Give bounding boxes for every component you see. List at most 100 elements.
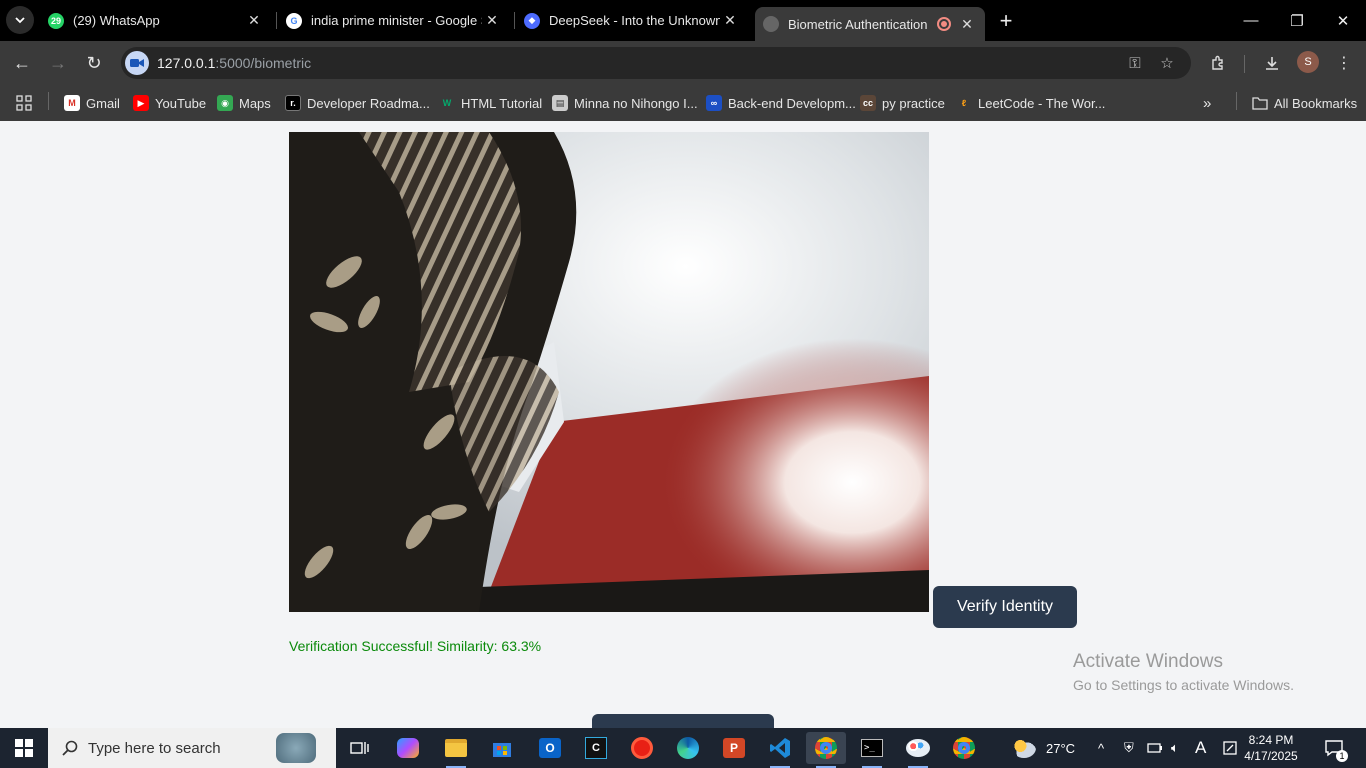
- record-app-icon[interactable]: [622, 732, 662, 764]
- weather-temperature: 27°C: [1046, 740, 1076, 756]
- tab-deepseek[interactable]: ◆ DeepSeek - Into the Unknown ✕: [516, 0, 748, 41]
- camera-in-use-icon[interactable]: [125, 51, 149, 75]
- tab-divider: [276, 12, 277, 29]
- apps-grid-icon[interactable]: [16, 92, 32, 114]
- chrome-icon[interactable]: [944, 732, 984, 764]
- show-hidden-icons-button[interactable]: ^: [1098, 728, 1104, 768]
- bookmark-leetcode[interactable]: ℓ LeetCode - The Wor...: [956, 92, 1106, 114]
- bookmark-back-end-development[interactable]: ∞ Back-end Developm...: [706, 92, 856, 114]
- password-key-icon[interactable]: ⚿: [1123, 51, 1147, 75]
- close-icon[interactable]: ✕: [482, 11, 502, 31]
- tab-biometric-authentication[interactable]: Biometric Authentication ✕: [755, 7, 985, 41]
- powerpoint-icon[interactable]: P: [714, 732, 754, 764]
- close-icon[interactable]: ✕: [244, 11, 264, 31]
- edge-icon[interactable]: [668, 732, 708, 764]
- volume-icon[interactable]: 🔈︎: [1171, 728, 1179, 768]
- verify-identity-button[interactable]: Verify Identity: [933, 586, 1077, 628]
- bookmark-star-icon[interactable]: ☆: [1155, 51, 1179, 75]
- search-highlight-icon: [276, 733, 316, 763]
- new-tab-button[interactable]: +: [993, 8, 1019, 34]
- address-bar[interactable]: 127.0.0.1:5000/biometric ⚿ ☆: [121, 47, 1191, 79]
- vscode-icon[interactable]: [760, 732, 800, 768]
- youtube-icon: ▶: [133, 95, 149, 111]
- close-icon[interactable]: ✕: [720, 11, 740, 31]
- weather-widget[interactable]: 27°C: [1012, 728, 1075, 768]
- terminal-icon[interactable]: >_: [852, 732, 892, 768]
- restore-button[interactable]: ❐: [1274, 0, 1320, 41]
- tab-title: DeepSeek - Into the Unknown: [549, 13, 720, 28]
- tab-google-search[interactable]: G india prime minister - Google S ✕: [278, 0, 510, 41]
- extensions-icon[interactable]: [1204, 49, 1232, 77]
- microsoft-store-icon[interactable]: [482, 732, 522, 764]
- chrome-icon-active[interactable]: [806, 732, 846, 768]
- verification-result: Verification Successful! Similarity: 63.…: [289, 638, 542, 654]
- taskbar-search-box[interactable]: Type here to search: [48, 728, 336, 768]
- outlook-icon[interactable]: O: [530, 732, 570, 764]
- task-view-icon[interactable]: [340, 732, 380, 764]
- codechef-icon: cc: [860, 95, 876, 111]
- battery-icon[interactable]: [1147, 728, 1163, 768]
- bookmark-gmail[interactable]: M Gmail: [64, 92, 120, 114]
- notification-count: 1: [1336, 750, 1348, 762]
- back-button[interactable]: ←: [8, 49, 36, 77]
- gmail-icon: M: [64, 95, 80, 111]
- tab-title: india prime minister - Google S: [311, 13, 482, 28]
- file-explorer-icon[interactable]: [436, 732, 476, 768]
- shield-icon: ⛨: [1124, 740, 1134, 755]
- tab-divider: [514, 12, 515, 29]
- weather-icon: [1012, 738, 1036, 758]
- minimize-icon: —: [1243, 12, 1259, 29]
- whatsapp-icon: 29: [48, 12, 64, 29]
- profile-avatar[interactable]: S: [1297, 51, 1319, 73]
- chevron-up-icon: ^: [1098, 740, 1105, 756]
- bookmark-label: HTML Tutorial: [461, 95, 543, 111]
- url-text: 127.0.0.1:5000/biometric: [157, 55, 311, 71]
- bookmark-py-practice[interactable]: cc py practice: [860, 92, 945, 114]
- close-window-button[interactable]: ✕: [1320, 0, 1366, 41]
- bookmarks-divider: [1236, 92, 1237, 110]
- paint-icon[interactable]: [898, 732, 938, 768]
- tab-search-button[interactable]: [6, 6, 34, 34]
- tab-title: Biometric Authentication: [788, 16, 928, 32]
- browser-toolbar: ← → ↻ 127.0.0.1:5000/biometric ⚿ ☆ ⋮: [0, 41, 1366, 85]
- bookmark-label: Gmail: [86, 95, 120, 111]
- tab-title: (29) WhatsApp: [73, 13, 160, 28]
- bookmark-developer-roadmap[interactable]: r. Developer Roadma...: [285, 92, 430, 114]
- tab-whatsapp[interactable]: 29 (29) WhatsApp ✕: [40, 0, 272, 41]
- partially-visible-button[interactable]: [592, 714, 774, 728]
- tab-strip: 29 (29) WhatsApp ✕ G india prime ministe…: [0, 0, 1366, 41]
- clion-icon[interactable]: C: [576, 732, 616, 764]
- url-path: :5000/biometric: [215, 55, 312, 71]
- menu-kebab-icon[interactable]: ⋮: [1330, 49, 1358, 77]
- arrow-left-icon: ←: [13, 52, 31, 73]
- language-indicator[interactable]: A: [1195, 728, 1206, 768]
- start-button[interactable]: [0, 728, 48, 768]
- minimize-button[interactable]: —: [1228, 0, 1274, 41]
- system-clock[interactable]: 8:24 PM 4/17/2025: [1232, 732, 1310, 764]
- security-icon[interactable]: ⛨: [1124, 728, 1134, 768]
- roadmap-icon: r.: [285, 95, 301, 111]
- bookmark-label: All Bookmarks: [1274, 95, 1358, 111]
- forward-button[interactable]: →: [44, 49, 72, 77]
- reload-button[interactable]: ↻: [80, 49, 108, 77]
- copilot-icon[interactable]: [388, 732, 428, 764]
- bookmark-minna-no-nihongo[interactable]: ▤ Minna no Nihongo I...: [552, 92, 698, 114]
- download-icon[interactable]: [1258, 49, 1286, 77]
- all-bookmarks-button[interactable]: All Bookmarks: [1252, 92, 1357, 114]
- watermark-title: Activate Windows: [1073, 651, 1223, 672]
- search-placeholder: Type here to search: [88, 739, 221, 757]
- notification-center-button[interactable]: 1: [1324, 728, 1348, 768]
- bookmark-label: Maps: [239, 95, 271, 111]
- double-chevron-right-icon: »: [1203, 94, 1212, 112]
- recording-icon: [937, 17, 951, 31]
- page-content: Verify Identity Verification Successful!…: [0, 121, 1366, 728]
- watermark-subtitle: Go to Settings to activate Windows.: [1073, 677, 1294, 693]
- bookmark-html-tutorial[interactable]: W HTML Tutorial: [439, 92, 542, 114]
- clock-time: 8:24 PM: [1248, 733, 1294, 747]
- webcam-frame: [289, 132, 929, 612]
- restore-icon: ❐: [1290, 12, 1304, 30]
- bookmark-youtube[interactable]: ▶ YouTube: [133, 92, 206, 114]
- more-bookmarks-button[interactable]: »: [1203, 92, 1211, 114]
- bookmark-maps[interactable]: ◉ Maps: [217, 92, 271, 114]
- close-icon[interactable]: ✕: [957, 14, 977, 34]
